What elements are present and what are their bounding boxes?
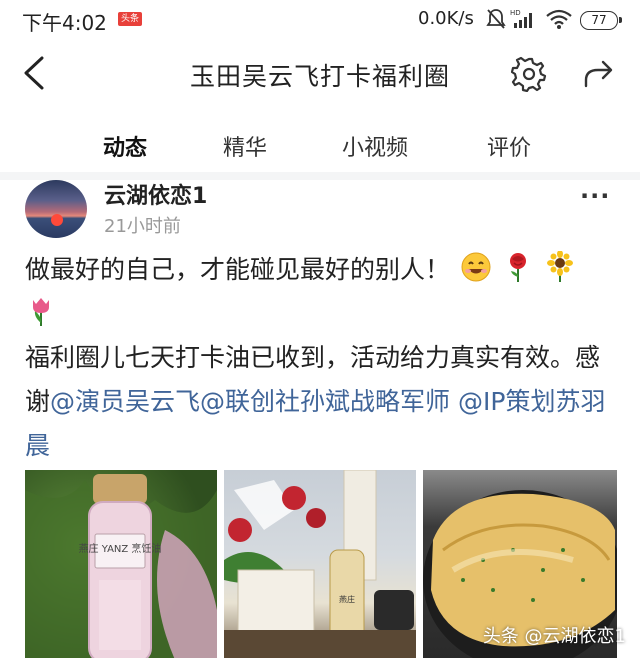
share-icon[interactable] [582, 56, 616, 94]
battery-indicator: 77 [580, 11, 622, 30]
rose-icon [502, 251, 534, 283]
network-speed: 0.0K/s [418, 8, 474, 29]
tab-short-video[interactable]: 小视频 [342, 130, 408, 162]
status-bar: 下午4:02 头条 0.0K/s HD 77 [0, 0, 640, 40]
author-name[interactable]: 云湖依恋1 [104, 178, 207, 210]
gear-icon[interactable] [510, 56, 547, 96]
tab-reviews[interactable]: 评价 [487, 130, 531, 162]
wifi-icon [545, 8, 573, 34]
tab-bar: 动态 精华 小视频 评价 [0, 112, 640, 172]
bell-mute-icon [486, 8, 506, 34]
tulip-icon [25, 295, 57, 327]
status-time: 下午4:02 [22, 11, 107, 35]
tab-featured[interactable]: 精华 [223, 130, 267, 162]
section-divider [0, 172, 640, 180]
more-options-icon[interactable]: ··· [580, 182, 610, 210]
post-image-1[interactable]: 燕庄 YANZ 烹饪油 [25, 470, 217, 658]
post-image-2[interactable]: 燕庄 [224, 470, 416, 658]
bottle-label: 燕庄 [339, 594, 355, 604]
post-line-1: 做最好的自己，才能碰见最好的别人！ [25, 255, 451, 284]
toutiao-badge: 头条 [118, 12, 143, 26]
post-time: 21小时前 [104, 216, 181, 237]
svg-text:HD: HD [510, 9, 521, 17]
mention-link[interactable]: @演员吴云飞 [50, 387, 200, 416]
watermark: 头条 @云湖依恋1 [482, 626, 626, 647]
signal-icon: HD [510, 8, 538, 34]
sunflower-icon [544, 250, 576, 283]
mention-link[interactable]: @联创社孙斌战略军师 [200, 387, 450, 416]
smile-emoji-icon [460, 251, 492, 283]
tab-dynamic[interactable]: 动态 [103, 130, 147, 162]
bottle-label: 燕庄 YANZ 烹饪油 [79, 542, 162, 555]
title-bar: 玉田吴云飞打卡福利圈 [0, 40, 640, 108]
post-text: 做最好的自己，才能碰见最好的别人！ 福利圈儿七天打卡油已收到，活动给力真实有效。… [25, 248, 617, 468]
avatar[interactable] [25, 180, 87, 238]
